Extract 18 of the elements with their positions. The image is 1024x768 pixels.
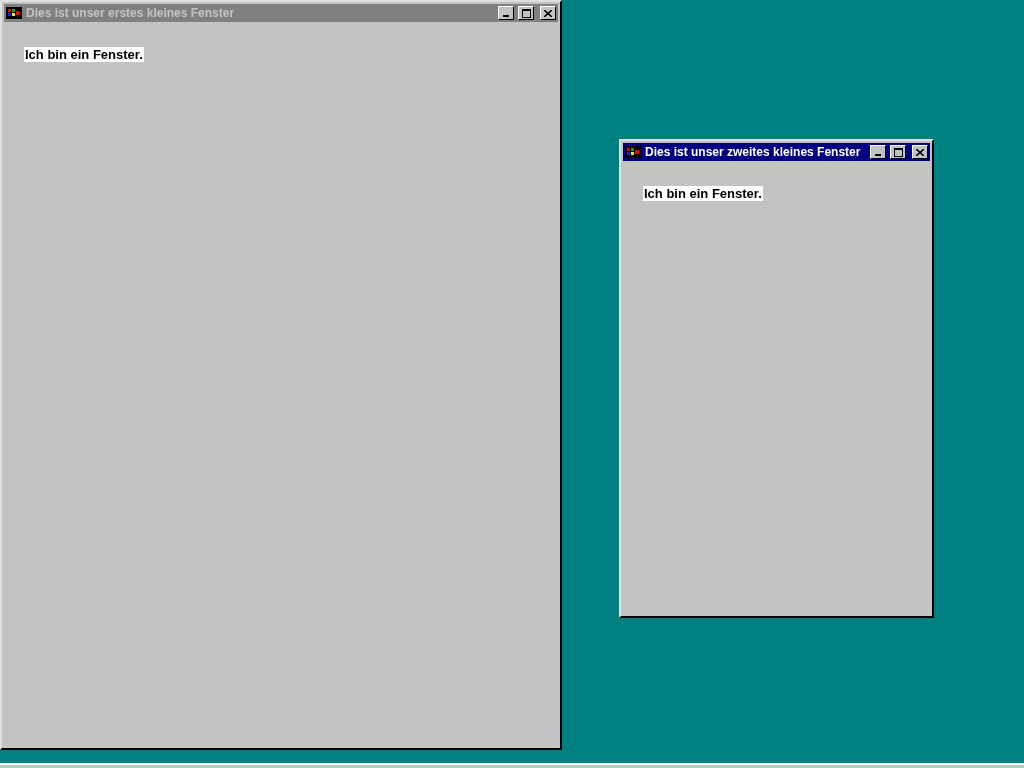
minimize-button[interactable]	[870, 145, 886, 159]
maximize-icon	[893, 147, 903, 157]
app-icon	[625, 145, 641, 159]
minimize-icon	[875, 154, 881, 156]
maximize-button[interactable]	[518, 6, 534, 20]
window-label: Ich bin ein Fenster.	[24, 47, 144, 62]
minimize-button[interactable]	[498, 6, 514, 20]
close-button[interactable]	[912, 145, 928, 159]
window-label: Ich bin ein Fenster.	[643, 186, 763, 201]
close-button[interactable]	[540, 6, 556, 20]
close-icon	[916, 148, 924, 156]
maximize-button[interactable]	[890, 145, 906, 159]
window-title: Dies ist unser erstes kleines Fenster	[26, 5, 236, 22]
minimize-icon	[503, 15, 509, 17]
app-icon	[6, 6, 22, 20]
window-title: Dies ist unser zweites kleines Fenster	[645, 144, 862, 161]
close-icon	[544, 9, 552, 17]
maximize-icon	[521, 8, 531, 18]
